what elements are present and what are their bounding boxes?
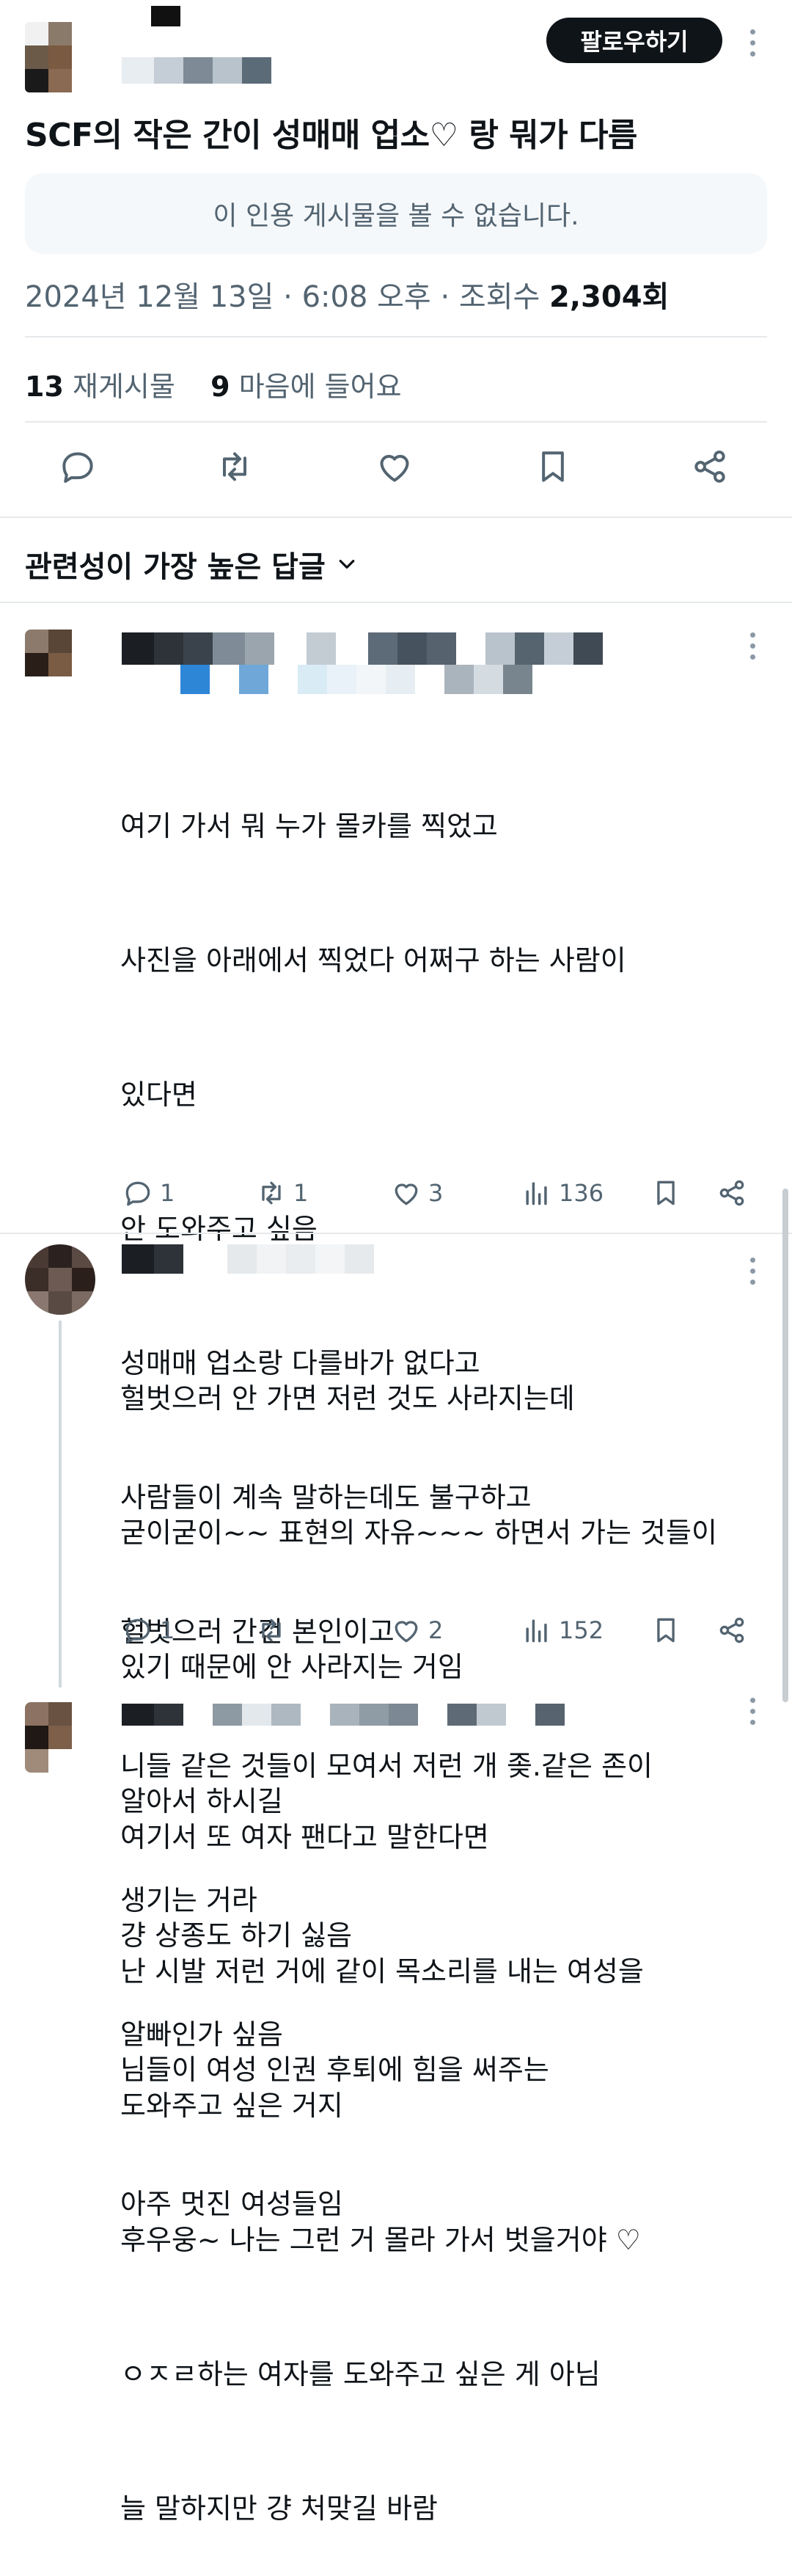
more-options-icon[interactable] xyxy=(749,632,755,660)
share-button[interactable] xyxy=(716,1614,748,1646)
repost-button[interactable] xyxy=(214,446,255,487)
post-date[interactable]: 2024년 12월 13일 xyxy=(25,280,274,314)
reply-sort-label: 관련성이 가장 높은 답글 xyxy=(25,550,326,584)
section-divider xyxy=(0,517,792,518)
author-avatar[interactable] xyxy=(25,22,95,92)
reply-count: 1 xyxy=(160,1179,175,1207)
reply-button[interactable]: 1 xyxy=(122,1177,175,1209)
heart-icon xyxy=(395,1183,418,1205)
scrollbar[interactable] xyxy=(782,1189,788,1702)
reply-author-blurred[interactable] xyxy=(122,632,603,665)
reply-button[interactable] xyxy=(57,446,98,487)
like-count: 2 xyxy=(428,1616,444,1644)
reply-action-bar: 1 1 3 136 xyxy=(0,1177,792,1224)
reply-avatar[interactable] xyxy=(25,1244,95,1315)
reply-handle-blurred xyxy=(122,665,562,694)
bookmark-icon xyxy=(657,1181,675,1205)
heart-icon xyxy=(395,1621,418,1643)
reply-action-bar: 1 2 152 xyxy=(0,1614,792,1661)
divider xyxy=(25,336,767,337)
views-count: 152 xyxy=(559,1616,604,1644)
analytics-icon xyxy=(526,1182,547,1205)
repost-button[interactable] xyxy=(255,1614,293,1646)
quote-unavailable-notice: 이 인용 게시물을 볼 수 없습니다. xyxy=(25,173,767,254)
reply-text: 여기서 또 여자 팬다고 말한다면 난 시발 저런 거에 같이 목소리를 내는 … xyxy=(120,1821,644,2525)
bookmark-button[interactable] xyxy=(532,446,573,487)
share-button[interactable] xyxy=(716,1177,748,1209)
reply-avatar[interactable] xyxy=(25,1702,95,1773)
reply-button[interactable]: 1 xyxy=(122,1614,175,1646)
reply-avatar[interactable] xyxy=(25,630,95,700)
chevron-down-icon xyxy=(339,560,355,569)
like-button[interactable] xyxy=(374,446,415,487)
follow-button[interactable]: 팔로우하기 xyxy=(546,18,722,63)
engagement-stats: 13 재게시물 9 마음에 들어요 xyxy=(25,364,402,404)
bookmark-button[interactable] xyxy=(650,1177,682,1209)
share-icon xyxy=(719,1617,744,1643)
views-button[interactable]: 152 xyxy=(521,1614,604,1646)
more-options-icon[interactable] xyxy=(749,29,755,56)
post-action-bar xyxy=(0,446,792,493)
divider xyxy=(25,421,767,423)
reply-count: 1 xyxy=(160,1616,175,1644)
reply-author-blurred[interactable] xyxy=(122,1244,374,1274)
repost-icon xyxy=(262,1181,281,1205)
reply-icon xyxy=(62,452,93,484)
post-time[interactable]: 6:08 오후 xyxy=(302,280,431,314)
author-name-blurred[interactable] xyxy=(151,6,180,26)
views-count: 2,304회 xyxy=(549,280,670,314)
repost-button[interactable]: 1 xyxy=(255,1177,308,1209)
bookmark-icon xyxy=(542,451,564,482)
share-icon xyxy=(719,1180,744,1206)
heart-icon xyxy=(380,455,409,482)
analytics-icon xyxy=(526,1619,547,1643)
like-count: 3 xyxy=(428,1179,444,1207)
section-divider xyxy=(0,602,792,603)
reply-sort-dropdown[interactable]: 관련성이 가장 높은 답글 xyxy=(25,543,358,585)
bookmark-icon xyxy=(657,1618,675,1643)
reposts-stat[interactable]: 13 재게시물 xyxy=(25,371,175,403)
share-button[interactable] xyxy=(689,446,730,487)
reply-icon xyxy=(125,1181,150,1206)
views-count: 136 xyxy=(559,1179,604,1207)
repost-count: 1 xyxy=(293,1179,309,1207)
post-meta: 2024년 12월 13일 · 6:08 오후 · 조회수 2,304회 xyxy=(25,280,670,314)
reply-divider xyxy=(0,1233,792,1234)
share-icon xyxy=(694,450,725,483)
more-options-icon[interactable] xyxy=(749,1698,755,1725)
repost-icon xyxy=(262,1619,281,1642)
views-button[interactable]: 136 xyxy=(521,1177,604,1209)
post-text: SCF의 작은 간이 성매매 업소♡ 랑 뭐가 다름 xyxy=(25,117,637,154)
reply-icon xyxy=(125,1619,150,1643)
like-button[interactable]: 3 xyxy=(390,1177,443,1209)
like-button[interactable]: 2 xyxy=(390,1614,443,1646)
bookmark-button[interactable] xyxy=(650,1614,682,1646)
repost-icon xyxy=(223,452,246,481)
views-label: 조회수 xyxy=(458,280,540,314)
likes-stat[interactable]: 9 마음에 들어요 xyxy=(210,371,401,403)
more-options-icon[interactable] xyxy=(749,1258,755,1285)
reply-author-blurred[interactable] xyxy=(122,1704,565,1726)
author-handle-blurred xyxy=(122,57,271,84)
